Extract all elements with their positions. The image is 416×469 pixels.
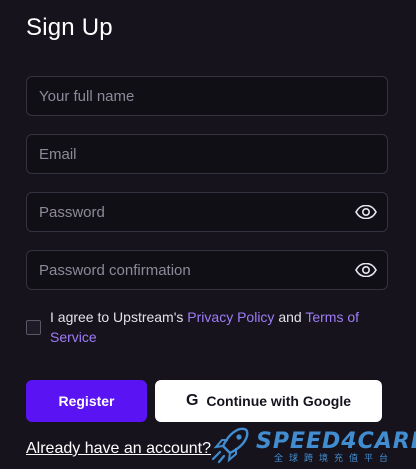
google-button[interactable]: G Continue with Google	[155, 380, 382, 422]
watermark-brand: SPEED4CARD	[256, 428, 416, 454]
email-field[interactable]	[26, 134, 388, 174]
google-icon: G	[185, 392, 199, 409]
password-field[interactable]	[26, 192, 388, 232]
full-name-input[interactable]	[27, 77, 387, 115]
agree-checkbox[interactable]	[26, 320, 41, 335]
agree-conjunction: and	[274, 309, 306, 325]
google-button-label: Continue with Google	[206, 393, 352, 409]
agree-prefix: I agree to Upstream's	[50, 309, 188, 325]
password-confirmation-input[interactable]	[27, 251, 353, 289]
password-input[interactable]	[27, 193, 353, 231]
eye-icon[interactable]	[353, 260, 379, 280]
privacy-policy-link[interactable]: Privacy Policy	[187, 309, 274, 325]
page-title: Sign Up	[26, 14, 113, 41]
eye-icon[interactable]	[353, 202, 379, 222]
email-input[interactable]	[27, 135, 387, 173]
rocket-icon	[210, 425, 252, 469]
password-confirmation-field[interactable]	[26, 250, 388, 290]
signup-page: Sign Up I agree to Upstream's Privacy Po…	[0, 0, 416, 469]
agree-text: I agree to Upstream's Privacy Policy and…	[50, 307, 370, 347]
login-link[interactable]: Already have an account?	[26, 440, 211, 458]
register-button[interactable]: Register	[26, 380, 147, 422]
watermark: SPEED4CARD 全球跨境充值平台	[210, 426, 416, 469]
watermark-subtitle: 全球跨境充值平台	[274, 453, 395, 464]
full-name-field[interactable]	[26, 76, 388, 116]
